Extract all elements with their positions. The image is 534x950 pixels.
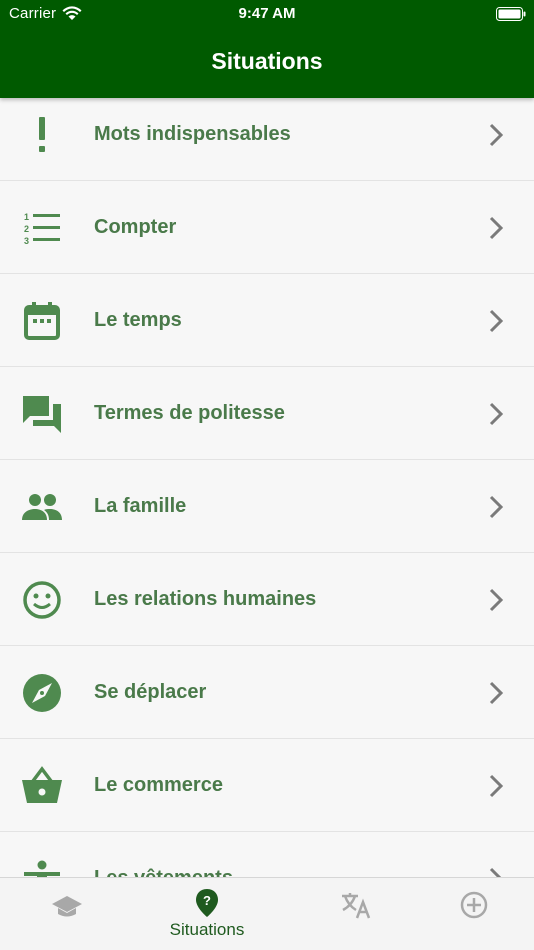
chevron-right-icon (489, 402, 504, 426)
calendar-icon (21, 300, 63, 342)
list-item-label: Les relations humaines (94, 588, 317, 610)
compass-icon (21, 672, 63, 714)
svg-text:2: 2 (24, 224, 29, 234)
list-item-les-relations-humaines[interactable]: Les relations humaines (0, 553, 534, 646)
list-item-le-temps[interactable]: Le temps (0, 274, 534, 367)
tab-label: Situations (169, 920, 245, 939)
chevron-right-icon (489, 867, 502, 877)
list-item-les-vetements[interactable]: Les vêtements (0, 832, 534, 877)
numbered-list-icon: 1 2 3 (21, 207, 63, 249)
list-item-label: La famille (94, 495, 187, 517)
chevron-right-icon (489, 309, 504, 333)
svg-text:3: 3 (24, 236, 29, 246)
status-bar: Carrier 9:47 AM (0, 0, 534, 28)
list-item-label: Se déplacer (94, 681, 207, 703)
svg-text:1: 1 (24, 212, 29, 222)
list-item-termes-de-politesse[interactable]: Termes de politesse (0, 367, 534, 460)
chevron-right-icon (489, 681, 504, 705)
list-item-label: Mots indispensables (94, 123, 291, 145)
svg-text:?: ? (203, 893, 211, 908)
chevron-right-icon (489, 216, 504, 240)
plus-circle-icon (460, 891, 488, 919)
smiley-icon (21, 579, 63, 621)
basket-icon (21, 765, 63, 807)
tab-add[interactable] (407, 878, 534, 950)
tab-situations[interactable]: ? Situations (140, 878, 274, 950)
chevron-right-icon (489, 774, 504, 798)
chevron-right-icon (489, 495, 504, 519)
list-item-compter[interactable]: 1 2 3 Compter (0, 181, 534, 274)
exclamation-icon (21, 114, 63, 156)
chat-bubbles-icon (21, 393, 63, 435)
chevron-right-icon (489, 588, 504, 612)
list-item-label: Les vêtements (94, 867, 233, 877)
person-icon (21, 858, 63, 877)
status-time: 9:47 AM (238, 5, 296, 22)
page-title: Situations (211, 48, 323, 74)
tab-learn[interactable] (0, 878, 134, 950)
location-help-icon: ? (196, 889, 218, 917)
list-item-se-deplacer[interactable]: Se déplacer (0, 646, 534, 739)
chevron-right-icon (489, 123, 504, 147)
list-item-label: Le commerce (94, 774, 223, 796)
battery-icon (496, 7, 526, 21)
situations-list[interactable]: Mots indispensables 1 2 3 Compter Le tem… (0, 88, 534, 877)
tab-bar: ? Situations (0, 877, 534, 950)
list-item-label: Compter (94, 216, 177, 238)
list-item-la-famille[interactable]: La famille (0, 460, 534, 553)
navigation-header: Carrier 9:47 AM Situations (0, 0, 534, 98)
list-item-label: Termes de politesse (94, 402, 285, 424)
list-item-mots-indispensables[interactable]: Mots indispensables (0, 88, 534, 181)
graduation-cap-icon (52, 896, 82, 917)
people-icon (21, 486, 63, 528)
list-item-label: Le temps (94, 309, 182, 331)
translate-icon (342, 893, 371, 919)
tab-translate[interactable] (289, 878, 423, 950)
list-item-le-commerce[interactable]: Le commerce (0, 739, 534, 832)
